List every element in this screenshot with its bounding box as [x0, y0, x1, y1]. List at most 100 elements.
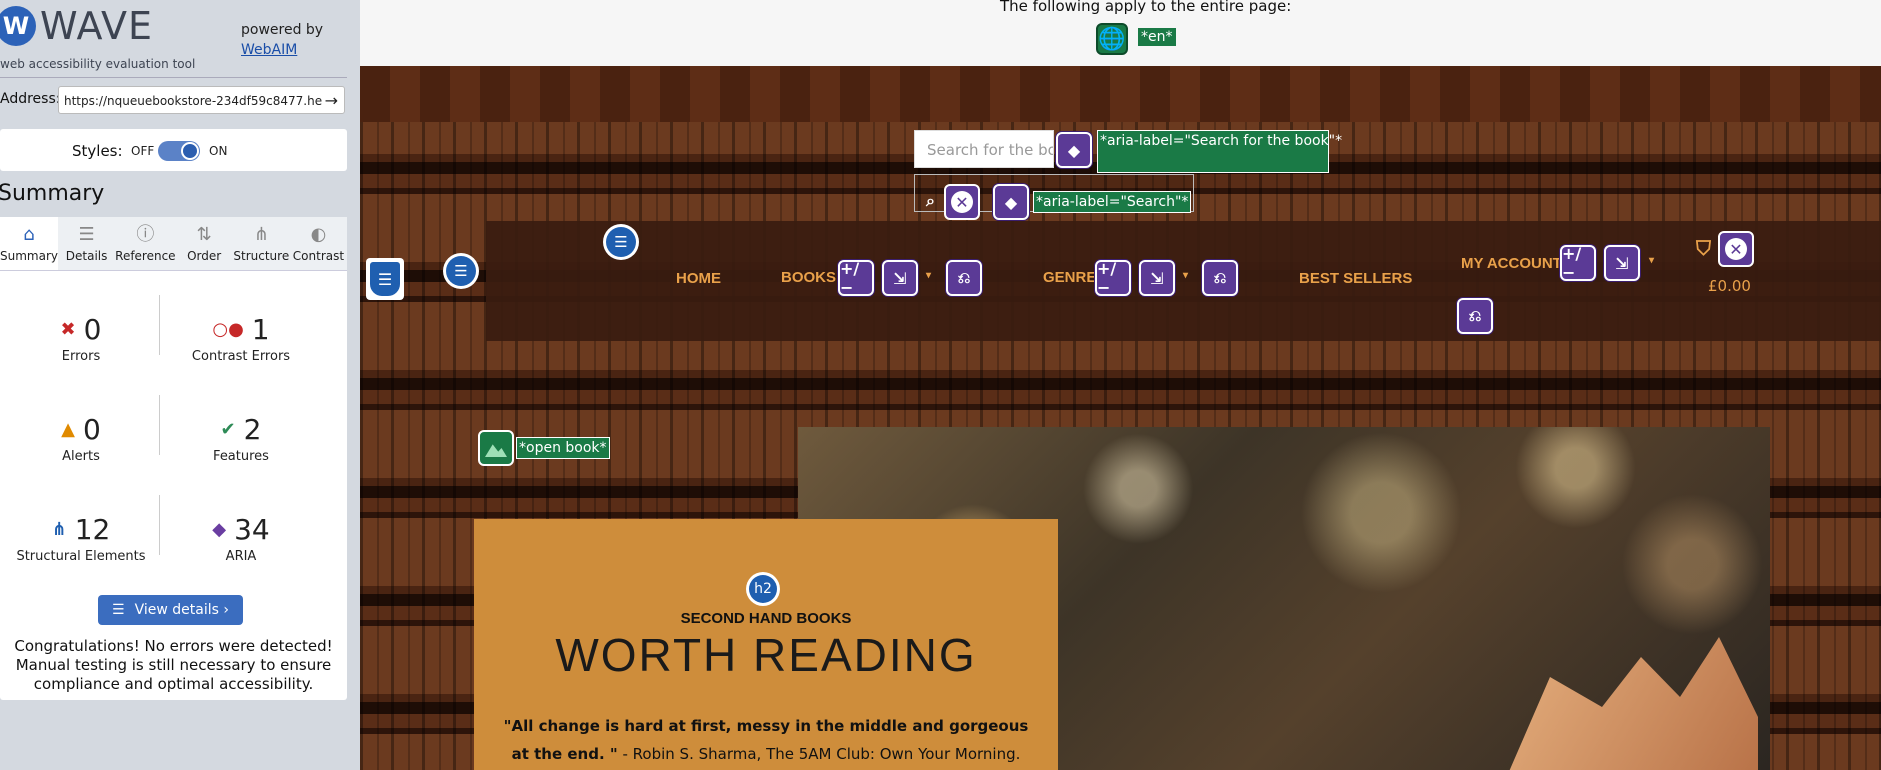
toggle-knob: [181, 142, 199, 160]
divider: [159, 495, 160, 555]
tab-reference[interactable]: ⓘ Reference: [115, 217, 175, 270]
globe-icon[interactable]: 🌐: [1096, 23, 1128, 55]
tab-label: Reference: [115, 249, 176, 263]
errors-stat[interactable]: ✖ 0 Errors: [6, 313, 156, 364]
address-value: https://nqueuebookstore-234df59c8477.her…: [64, 94, 335, 108]
aria-popup-icon[interactable]: ⇲: [1604, 245, 1640, 281]
webaim-link[interactable]: WebAIM: [241, 42, 297, 58]
aria-icon: ◆: [212, 519, 227, 540]
structural-count: 12: [74, 513, 111, 546]
aria-expanded-icon[interactable]: +/−: [1560, 244, 1596, 282]
image-alt-icon[interactable]: [478, 430, 514, 466]
features-stat[interactable]: ✔ 2 Features: [166, 413, 316, 464]
aria-popup-icon[interactable]: ⇲: [882, 260, 918, 296]
tab-label: Structure: [233, 249, 290, 263]
tabindex-icon[interactable]: ⎌: [1457, 298, 1493, 334]
view-details-button[interactable]: ☰ View details ›: [98, 595, 243, 625]
alt-text-tag: *open book*: [516, 437, 610, 459]
error-x-icon[interactable]: ✕: [1718, 231, 1754, 267]
home-icon: ⌂: [23, 224, 35, 245]
congrats-message: Congratulations! No errors were detected…: [14, 637, 333, 693]
tab-label: Details: [65, 249, 108, 263]
tab-order[interactable]: ⇅ Order: [176, 217, 233, 270]
contrast-icon: ◐: [310, 224, 327, 245]
wave-logo-icon: W: [0, 6, 36, 46]
hero-heading: WORTH READING: [555, 629, 977, 681]
h2-label: h2: [749, 575, 777, 603]
nav-home[interactable]: HOME: [676, 270, 721, 287]
contrast-errors-label: Contrast Errors: [191, 349, 291, 364]
list-glyph: ☰: [606, 227, 636, 257]
nav-books[interactable]: BOOKS: [781, 269, 836, 286]
nav-my-account[interactable]: MY ACCOUNT: [1461, 255, 1562, 272]
structural-stat[interactable]: ⋔ 12 Structural Elements: [6, 513, 156, 564]
address-input[interactable]: https://nqueuebookstore-234df59c8477.her…: [58, 86, 345, 114]
styles-label: Styles:: [72, 142, 123, 160]
tab-label: Contrast: [292, 249, 345, 263]
tabindex-icon[interactable]: ⎌: [1202, 260, 1238, 296]
chevron-down-icon[interactable]: ▾: [926, 270, 931, 281]
nav-genre[interactable]: GENRE: [1043, 269, 1096, 286]
contrast-error-icon: ○●: [212, 319, 244, 340]
cart-price[interactable]: £0.00: [1708, 277, 1751, 295]
tab-contrast[interactable]: ◐ Contrast: [290, 217, 347, 270]
search-input[interactable]: Search for the bo: [914, 130, 1054, 168]
chevron-down-icon[interactable]: ▾: [1649, 255, 1654, 266]
search-icon[interactable]: ⌕: [926, 191, 944, 210]
wave-subtitle: web accessibility evaluation tool: [0, 57, 196, 71]
view-details-label: View details ›: [134, 602, 229, 618]
list-icon[interactable]: ☰: [603, 224, 639, 260]
quote-author: - Robin S. Sharma, The 5AM Club: Own You…: [617, 745, 1021, 763]
structure-icon: ⋔: [253, 224, 269, 245]
contrast-errors-stat[interactable]: ○● 1 Contrast Errors: [166, 313, 316, 364]
tab-details[interactable]: ☰ Details: [58, 217, 115, 270]
styles-off-label: OFF: [131, 144, 155, 158]
structure-icon: ⋔: [51, 519, 67, 540]
aria-tag-icon[interactable]: ◆: [993, 184, 1029, 220]
landmark-glyph: ☰: [370, 262, 400, 296]
styles-toggle[interactable]: [158, 141, 200, 161]
alerts-stat[interactable]: ▲ 0 Alerts: [6, 413, 156, 464]
open-book-image: [1498, 637, 1758, 770]
info-icon: ⓘ: [136, 224, 155, 245]
aria-expanded-icon[interactable]: +/−: [1095, 259, 1131, 297]
tab-structure[interactable]: ⋔ Structure: [233, 217, 290, 270]
summary-title: Summary: [0, 181, 105, 206]
chevron-down-icon[interactable]: ▾: [1183, 270, 1188, 281]
nav-best-sellers[interactable]: BEST SELLERS: [1299, 270, 1412, 287]
h2-icon[interactable]: h2: [746, 572, 780, 606]
tabindex-icon[interactable]: ⎌: [946, 260, 982, 296]
aria-stat[interactable]: ◆ 34 ARIA: [166, 513, 316, 564]
apply-text: The following apply to the entire page:: [1000, 0, 1292, 15]
structural-label: Structural Elements: [16, 549, 146, 564]
error-x-glyph: ✕: [951, 191, 973, 213]
hero-quote: "All change is hard at first, messy in t…: [500, 712, 1032, 768]
errors-label: Errors: [61, 349, 101, 364]
aria-expanded-icon[interactable]: +/−: [838, 259, 874, 297]
list-icon: ☰: [112, 602, 125, 618]
tab-summary[interactable]: ⌂ Summary: [0, 217, 58, 270]
address-label: Address:: [0, 91, 61, 107]
tab-label: Summary: [0, 249, 58, 263]
aria-popup-icon[interactable]: ⇲: [1139, 260, 1175, 296]
alerts-count: 0: [83, 413, 101, 446]
landmark-icon[interactable]: ☰: [366, 258, 404, 300]
go-arrow-icon[interactable]: →: [321, 91, 338, 110]
image-glyph: [485, 444, 507, 457]
wave-title: WAVE: [40, 4, 154, 48]
shopping-bag-icon[interactable]: ⛉: [1696, 238, 1711, 261]
errors-count: 0: [83, 313, 102, 346]
error-x-icon[interactable]: ✕: [944, 184, 980, 220]
alerts-label: Alerts: [62, 449, 100, 464]
decor-molding: [360, 66, 1881, 122]
divider: [0, 77, 347, 78]
aria-label-tag: *aria-label="Search"*: [1033, 191, 1192, 213]
wave-sidebar: W WAVE web accessibility evaluation tool…: [0, 0, 360, 770]
aria-label: ARIA: [225, 549, 257, 564]
list-icon[interactable]: ☰: [443, 253, 479, 289]
aria-count: 34: [234, 513, 270, 546]
contrast-errors-count: 1: [251, 313, 270, 346]
aria-label-tag: *aria-label="Search for the book"*: [1097, 130, 1342, 173]
aria-tag-icon[interactable]: ◆: [1056, 132, 1092, 168]
error-icon: ✖: [60, 319, 76, 340]
